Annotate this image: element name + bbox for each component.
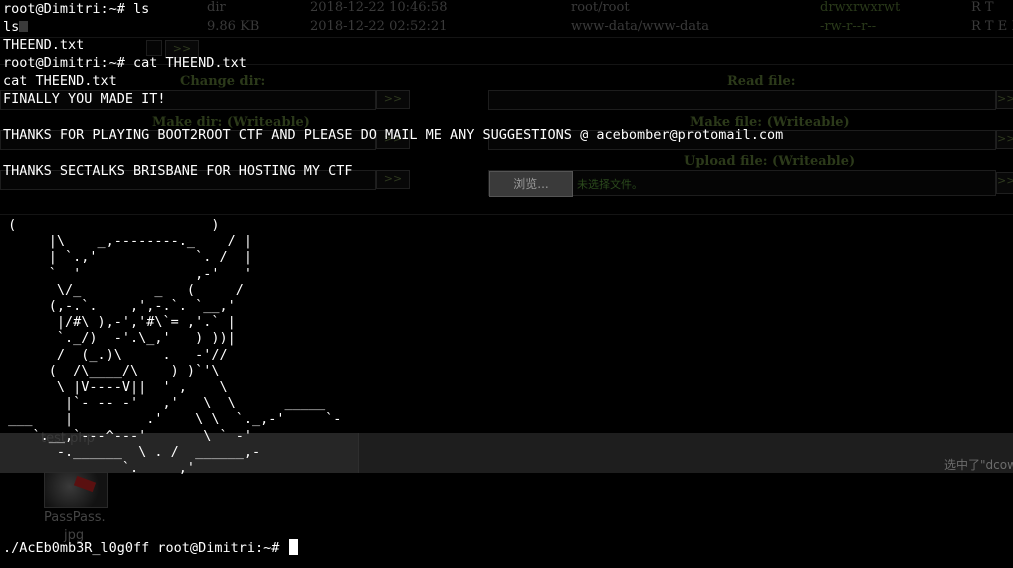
- terminal-line: root@Dimitri:~# ls: [3, 1, 150, 17]
- terminal-prompt[interactable]: ./AcEb0mb3R_l0g0ff root@Dimitri:~#: [3, 539, 299, 557]
- stray-cursor-icon: [19, 21, 29, 32]
- terminal-line: cat THEEND.txt: [3, 73, 117, 89]
- terminal-line: THEEND.txt: [3, 37, 85, 53]
- thumbnail-mark: [73, 475, 97, 493]
- terminal-cursor-icon: [289, 539, 299, 555]
- terminal-line: THANKS FOR PLAYING BOOT2ROOT CTF AND PLE…: [3, 127, 784, 143]
- terminal-line: THANKS SECTALKS BRISBANE FOR HOSTING MY …: [3, 163, 353, 179]
- terminal-line: root@Dimitri:~# cat THEEND.txt: [3, 55, 247, 71]
- terminal-line: ls: [3, 18, 1011, 36]
- prompt-text: ./AcEb0mb3R_l0g0ff root@Dimitri:~#: [3, 540, 288, 556]
- terminal-line: FINALLY YOU MADE IT!: [3, 91, 166, 107]
- divider: [0, 214, 1013, 215]
- selection-message: 选中了"dcow: [944, 458, 1013, 472]
- image-file-icon[interactable]: [44, 472, 108, 508]
- terminal-line-text: ls: [3, 19, 20, 35]
- terminal-output[interactable]: root@Dimitri:~# ls ls THEEND.txt root@Di…: [3, 0, 1011, 180]
- desktop-icon-label[interactable]: PassPass.: [44, 510, 106, 525]
- ascii-art-skull: ( ) |\ _,--------._ / | | `.,' `. / | ` …: [8, 217, 342, 477]
